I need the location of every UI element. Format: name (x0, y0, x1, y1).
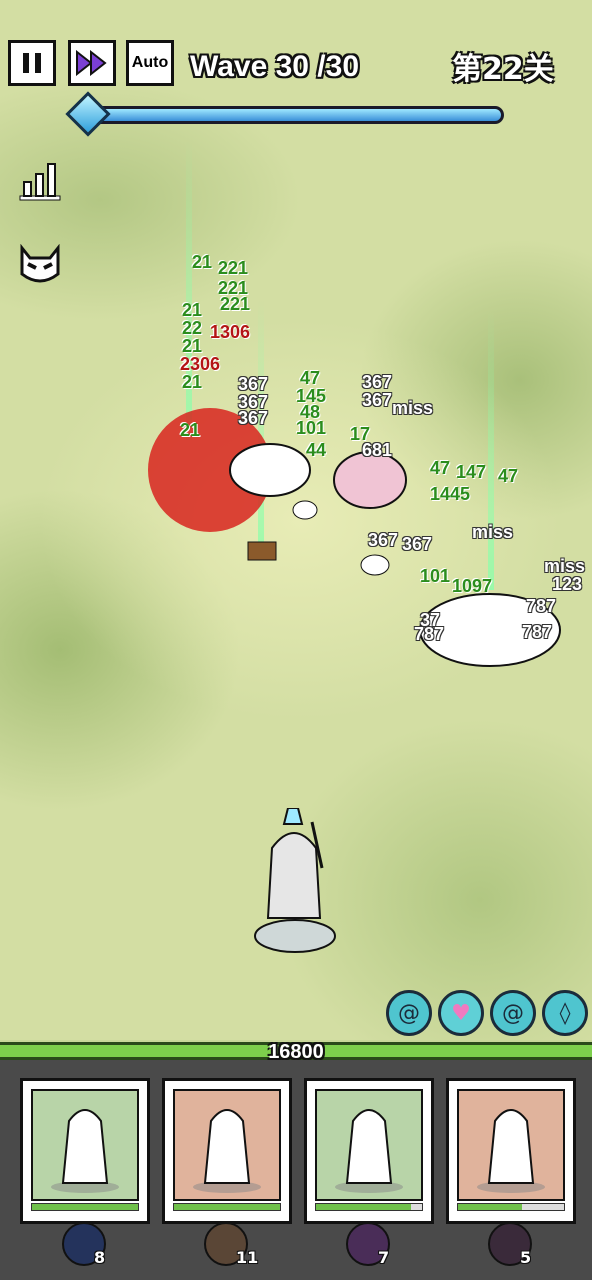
enemy-small (292, 500, 318, 520)
cooldown-bar (315, 1203, 423, 1211)
hero-count: 11 (236, 1248, 259, 1267)
heart-skill-button[interactable]: ♥ (438, 990, 484, 1036)
hero-portrait (457, 1089, 565, 1201)
hero-count: 5 (520, 1248, 532, 1267)
hero-portrait (173, 1089, 281, 1201)
damage-number: 787 (522, 622, 553, 642)
rune-skill-button[interactable]: ◊ (542, 990, 588, 1036)
damage-number: 21 (192, 252, 213, 272)
damage-number: 101 (296, 418, 327, 438)
wave-counter: Wave 30 /30 (190, 50, 359, 83)
damage-number: miss (472, 522, 514, 542)
treasure-chest (247, 541, 277, 561)
pause-button[interactable] (8, 40, 56, 86)
wizard-tower (254, 808, 336, 953)
damage-number: 367 (362, 390, 393, 410)
hero-count: 7 (378, 1248, 390, 1267)
hero-portrait (31, 1089, 139, 1201)
damage-number: 1445 (430, 484, 471, 504)
rune-skill-icon: ◊ (559, 1000, 571, 1026)
cooldown-bar (31, 1203, 139, 1211)
swirl-skill-icon: @ (502, 1000, 524, 1026)
hero-count: 8 (94, 1248, 106, 1267)
damage-number: 47 (498, 466, 519, 486)
damage-number: 123 (552, 574, 583, 594)
damage-number: 1306 (210, 322, 251, 342)
damage-number: 367 (402, 534, 433, 554)
damage-number: 101 (420, 566, 451, 586)
damage-number: 787 (526, 596, 557, 616)
damage-number: 221 (220, 294, 251, 314)
hooded-assassin-card[interactable] (162, 1078, 292, 1224)
damage-number: 47 (430, 458, 451, 478)
swirl-skill-icon: @ (398, 1000, 420, 1026)
wave-progress-bar (86, 106, 504, 124)
auto-button[interactable]: Auto (126, 40, 174, 86)
damage-number: 787 (414, 624, 445, 644)
bar-chart-icon[interactable] (18, 160, 62, 202)
fast-forward-button[interactable] (68, 40, 116, 86)
hero-portrait (315, 1089, 423, 1201)
damage-number: 681 (362, 440, 393, 460)
winged-demon-card[interactable] (446, 1078, 576, 1224)
damage-number: 367 (238, 408, 269, 428)
swordsman-card[interactable] (304, 1078, 434, 1224)
damage-number: 21 (182, 372, 203, 392)
heart-skill-icon: ♥ (451, 1000, 471, 1026)
enemy-beast (229, 443, 311, 497)
damage-number: miss (392, 398, 434, 418)
damage-number: 367 (368, 530, 399, 550)
swirl-skill-button[interactable]: @ (490, 990, 536, 1036)
level-label: 第22关 (452, 52, 554, 87)
damage-number: 21 (180, 420, 201, 440)
damage-number: 221 (218, 258, 249, 278)
swirl-skill-button[interactable]: @ (386, 990, 432, 1036)
armored-knight-card[interactable] (20, 1078, 150, 1224)
cooldown-bar (457, 1203, 565, 1211)
damage-number: 44 (306, 440, 327, 460)
enemy-small (360, 554, 390, 576)
damage-number: 1097 (452, 576, 493, 596)
damage-number: 147 (456, 462, 487, 482)
pause-icon (23, 53, 41, 73)
devil-face-icon[interactable] (18, 244, 62, 286)
cooldown-bar (173, 1203, 281, 1211)
fast-forward-icon (76, 50, 107, 76)
